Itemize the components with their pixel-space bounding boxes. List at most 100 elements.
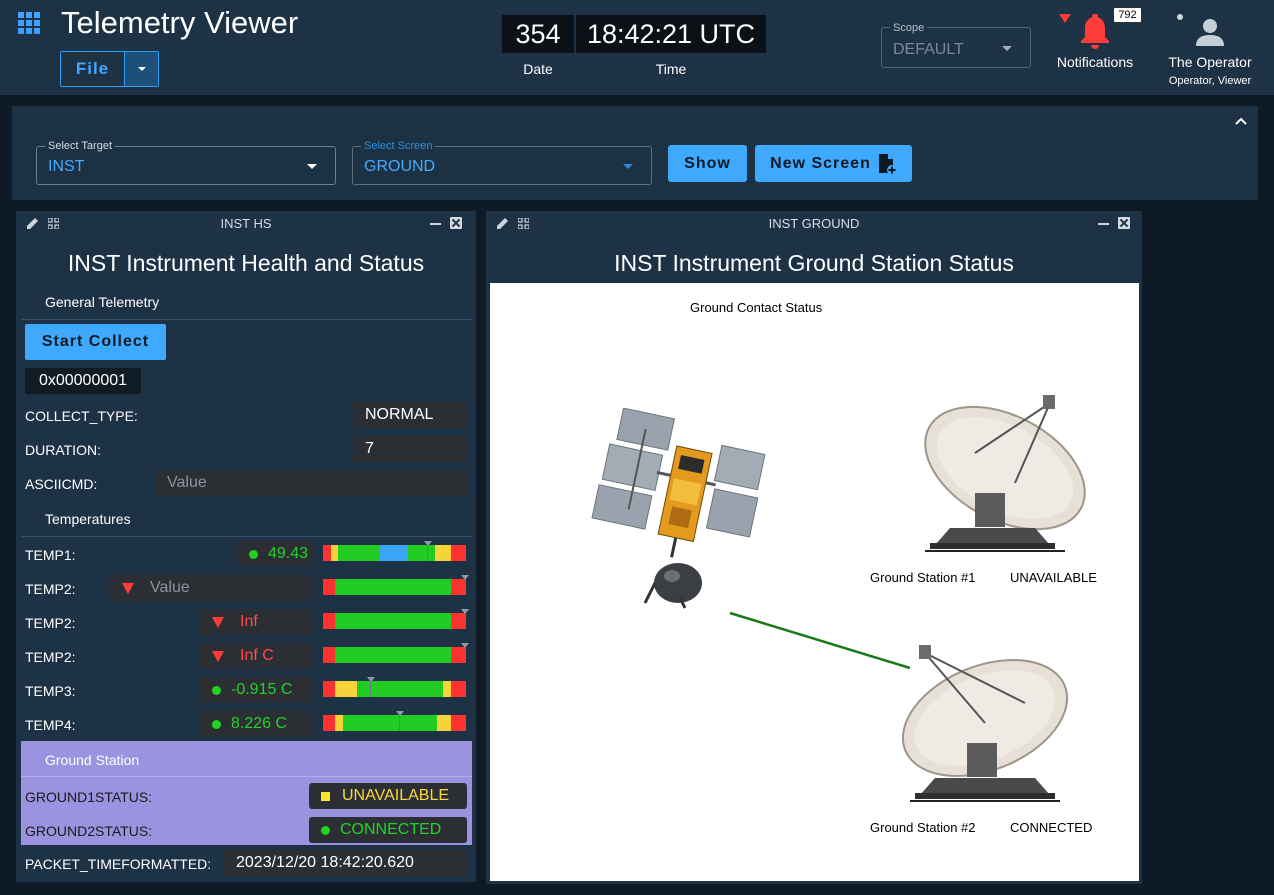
date-value: 354 [502, 15, 574, 53]
section-label: Ground Station [45, 752, 140, 768]
temp-value-text: 49.43 [268, 545, 309, 562]
ground-station-section: Ground Station GROUND1STATUS: UNAVAILABL… [21, 741, 472, 845]
top-bar: Telemetry Viewer File 354 18:42:21 UTC D… [0, 0, 1274, 95]
asciicmd-label: ASCIICMD: [25, 476, 98, 492]
show-button-label: Show [684, 154, 731, 172]
chevron-up-icon[interactable] [1234, 114, 1248, 128]
packet-time-label: PACKET_TIMEFORMATTED: [25, 856, 212, 872]
temp-value-text: Inf [240, 613, 258, 630]
limits-bar [323, 541, 466, 561]
duration-label: DURATION: [25, 442, 101, 458]
panel-header: INST HS [16, 211, 476, 235]
station2-status: CONNECTED [1010, 820, 1093, 835]
limits-bar [323, 609, 469, 629]
ground2-value-text: CONNECTED [340, 821, 442, 838]
target-select-label: Select Target [45, 140, 116, 152]
ground1-value-text: UNAVAILABLE [342, 787, 450, 804]
temp-value: Inf C [200, 643, 313, 669]
satellite-dish-icon [901, 645, 1069, 802]
station1-label: Ground Station #1 [870, 570, 976, 585]
minimize-icon[interactable] [1098, 223, 1109, 225]
time-value: 18:42:21 UTC [576, 15, 766, 53]
temp-value: 8.226 C [200, 711, 313, 737]
close-icon[interactable] [1118, 217, 1130, 229]
alert-triangle-icon [122, 582, 134, 594]
panel-header: INST GROUND [486, 211, 1142, 235]
show-button[interactable]: Show [668, 145, 747, 182]
temp-label: TEMP1: [25, 547, 76, 563]
ground2-value: CONNECTED [309, 817, 467, 843]
panel-title: INST GROUND [768, 216, 860, 231]
status-dot-icon [212, 719, 221, 729]
date-label: Date [523, 61, 553, 77]
user-name[interactable]: The Operator [1155, 54, 1265, 70]
file-dropdown-icon[interactable] [125, 52, 158, 86]
file-menu-button[interactable]: File [60, 51, 159, 87]
minimize-icon[interactable] [430, 223, 441, 225]
chevron-down-icon [307, 164, 317, 169]
target-select[interactable]: Select Target INST [36, 140, 336, 185]
temp-value: -0.915 C [200, 677, 313, 703]
temp-value-text: 8.226 C [231, 715, 288, 732]
temp-label: TEMP4: [25, 717, 76, 733]
temp-label: TEMP3: [25, 683, 76, 699]
temp-label: TEMP2: [25, 581, 76, 597]
section-label: General Telemetry [45, 294, 160, 310]
station2-label: Ground Station #2 [870, 820, 976, 835]
screen-title: INST Instrument Ground Station Status [614, 250, 1014, 276]
file-button-label[interactable]: File [61, 52, 125, 86]
temp-value: Value [110, 575, 313, 601]
station1-status: UNAVAILABLE [1010, 570, 1097, 585]
alert-triangle-icon [1059, 14, 1071, 23]
duration-value: 7 [353, 436, 468, 462]
inst-ground-panel: INST GROUND INST Instrument Ground Stati… [486, 211, 1142, 884]
packet-time-text: 2023/12/20 18:42:20.620 [236, 854, 414, 871]
panel-title: INST HS [220, 216, 272, 231]
new-screen-button-label: New Screen [770, 154, 871, 172]
apps-grid-icon[interactable] [18, 12, 40, 34]
packet-time-value: 2023/12/20 18:42:20.620 [224, 850, 468, 876]
temp-value-text: Value [150, 579, 190, 596]
temp-value-text: -0.915 C [231, 681, 293, 698]
scope-select[interactable]: Scope DEFAULT [881, 22, 1031, 68]
limits-bar [323, 711, 466, 731]
inst-hs-panel: INST HS INST Instrument Health and Statu… [16, 211, 476, 882]
close-icon[interactable] [450, 217, 462, 229]
bell-icon[interactable] [1079, 14, 1111, 50]
new-screen-button[interactable]: New Screen [755, 145, 912, 182]
alert-triangle-icon [212, 650, 224, 662]
file-plus-icon [878, 153, 897, 175]
divider [21, 776, 472, 777]
temp-value-text: Inf C [240, 647, 274, 664]
collect-type-text: NORMAL [365, 406, 434, 423]
duration-text: 7 [365, 440, 374, 457]
screen-select-label: Select Screen [361, 140, 436, 152]
temp-label: TEMP2: [25, 615, 76, 631]
limits-bar [323, 643, 469, 663]
asciicmd-input[interactable]: Value [155, 470, 468, 496]
screen-title: INST Instrument Health and Status [67, 250, 425, 276]
temp-value: Inf [200, 609, 313, 635]
start-collect-label: Start Collect [41, 333, 150, 350]
status-dot-icon [249, 549, 258, 559]
scope-label: Scope [890, 22, 928, 34]
user-role: Operator, Viewer [1168, 75, 1252, 87]
start-collect-button[interactable]: Start Collect [25, 324, 166, 360]
user-avatar-icon[interactable] [1194, 16, 1226, 48]
screen-select[interactable]: Select Screen GROUND [352, 140, 652, 185]
time-label: Time [655, 61, 687, 77]
status-dot-icon [212, 685, 221, 695]
ground2-label: GROUND2STATUS: [25, 823, 153, 839]
section-label: Temperatures [45, 511, 131, 527]
chevron-down-icon [623, 164, 633, 169]
target-select-value: INST [48, 158, 85, 175]
ground1-label: GROUND1STATUS: [25, 789, 153, 805]
notifications-label[interactable]: Notifications [1050, 54, 1140, 70]
divider [22, 319, 472, 320]
limits-bar [323, 575, 469, 595]
status-square-icon [321, 791, 330, 801]
satellite-icon [591, 408, 766, 609]
collect-type-value: NORMAL [353, 402, 468, 428]
status-dot-icon [1177, 14, 1183, 20]
limits-bar [323, 677, 466, 697]
